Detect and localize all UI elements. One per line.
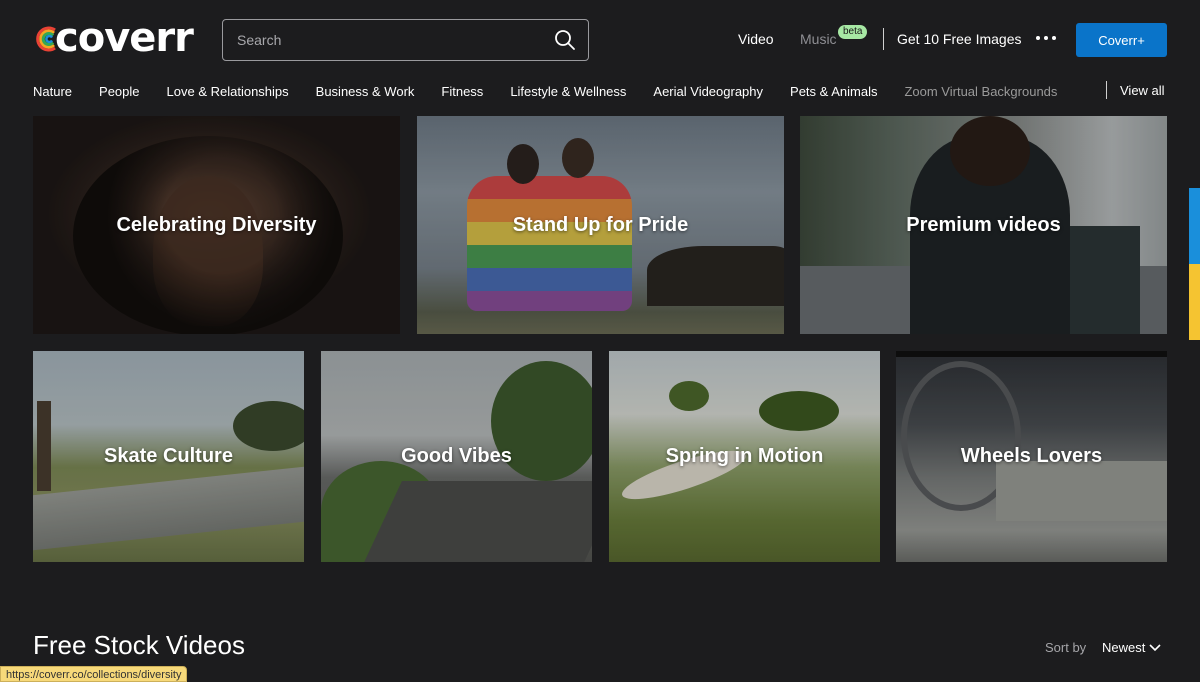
category-nature[interactable]: Nature xyxy=(33,84,72,99)
collection-title: Stand Up for Pride xyxy=(512,213,689,236)
search-input[interactable] xyxy=(237,32,554,48)
collection-card-celebrating-diversity[interactable]: Celebrating Diversity xyxy=(33,116,400,334)
collection-title: Spring in Motion xyxy=(665,445,824,467)
status-bar-url: https://coverr.co/collections/diversity xyxy=(0,666,188,682)
section-title: Free Stock Videos xyxy=(33,630,245,660)
nav-video-link[interactable]: Video xyxy=(738,28,774,50)
music-beta-badge: beta xyxy=(838,25,868,39)
category-zoom-backgrounds[interactable]: Zoom Virtual Backgrounds xyxy=(904,84,1057,99)
nav-free-images-link[interactable]: Get 10 Free Images xyxy=(897,28,1022,50)
search-box[interactable] xyxy=(222,19,589,61)
collection-title: Skate Culture xyxy=(104,445,233,467)
chevron-down-icon xyxy=(1149,640,1161,655)
collection-card-wheels-lovers[interactable]: Wheels Lovers xyxy=(896,351,1167,562)
collection-card-skate-culture[interactable]: Skate Culture xyxy=(33,351,304,562)
sort-value: Newest xyxy=(1102,640,1146,655)
collection-title: Wheels Lovers xyxy=(960,445,1103,467)
search-icon[interactable] xyxy=(554,29,576,51)
side-scroll-indicator xyxy=(1189,188,1200,340)
category-pets-animals[interactable]: Pets & Animals xyxy=(790,84,877,99)
sort-label: Sort by xyxy=(1045,640,1087,655)
category-bar: Nature People Love & Relationships Busin… xyxy=(33,80,1167,102)
collection-title: Premium videos xyxy=(906,213,1061,236)
category-people[interactable]: People xyxy=(99,84,139,99)
logo-rainbow-icon xyxy=(33,25,57,52)
category-divider xyxy=(1106,81,1107,99)
coverr-plus-button[interactable]: Coverr+ xyxy=(1076,23,1167,57)
coverr-logo[interactable]: coverr xyxy=(33,15,194,61)
nav-music-link[interactable]: Music xyxy=(800,28,837,50)
category-aerial-videography[interactable]: Aerial Videography xyxy=(653,84,763,99)
view-all-link[interactable]: View all xyxy=(1120,80,1165,102)
category-business-work[interactable]: Business & Work xyxy=(316,84,415,99)
collection-card-spring-in-motion[interactable]: Spring in Motion xyxy=(609,351,880,562)
logo-text: coverr xyxy=(55,15,194,61)
collection-card-stand-up-for-pride[interactable]: Stand Up for Pride xyxy=(417,116,784,334)
collection-title: Celebrating Diversity xyxy=(116,213,317,236)
collection-card-premium-videos[interactable]: Premium videos xyxy=(800,116,1167,334)
category-lifestyle-wellness[interactable]: Lifestyle & Wellness xyxy=(510,84,626,99)
category-love-relationships[interactable]: Love & Relationships xyxy=(167,84,289,99)
sort-dropdown[interactable]: Newest xyxy=(1102,640,1161,655)
more-options-icon[interactable] xyxy=(1036,30,1056,46)
nav-divider xyxy=(883,28,884,50)
site-header: coverr Video Music beta Get 10 Free Imag… xyxy=(0,0,1200,72)
collection-title: Good Vibes xyxy=(401,445,512,467)
collection-card-good-vibes[interactable]: Good Vibes xyxy=(321,351,592,562)
category-fitness[interactable]: Fitness xyxy=(441,84,483,99)
